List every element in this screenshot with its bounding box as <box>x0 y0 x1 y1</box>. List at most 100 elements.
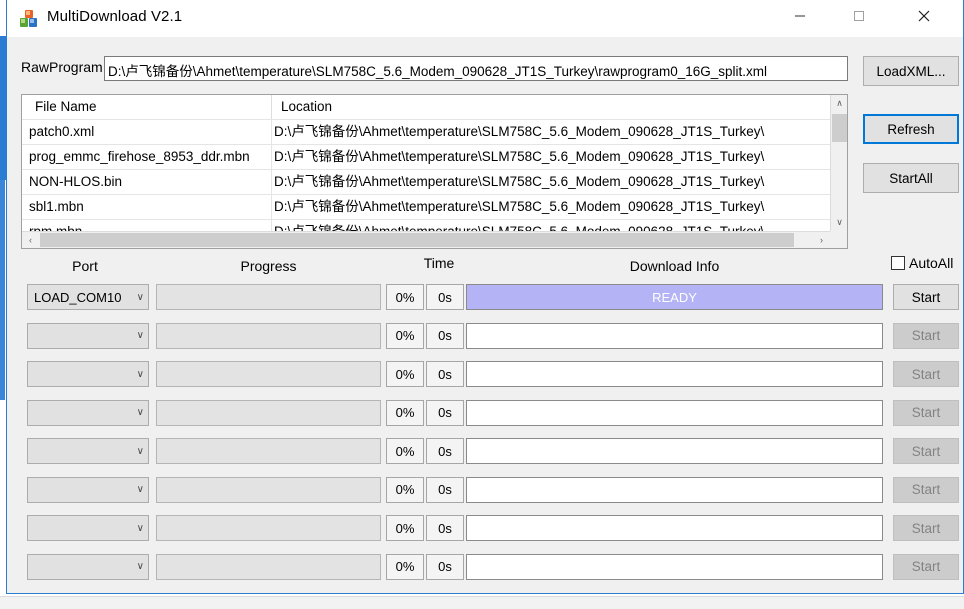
start-all-button[interactable]: StartAll <box>863 163 959 193</box>
file-list-body: patch0.xml D:\卢飞锦备份\Ahmet\temperature\SLM… <box>22 120 830 231</box>
progress-bar <box>156 322 381 349</box>
percent-value: 0% <box>386 515 424 541</box>
progress-bar <box>156 399 381 426</box>
file-name-cell: patch0.xml <box>29 124 95 139</box>
file-location-cell: D:\卢飞锦备份\Ahmet\temperature\SLM758C_5.6_M… <box>274 124 765 139</box>
chevron-down-icon: ∨ <box>136 407 144 418</box>
download-row: ∨ 0% 0s Start <box>7 515 964 545</box>
percent-value: 0% <box>386 438 424 464</box>
header-download-info: Download Info <box>629 258 720 274</box>
scroll-right-icon[interactable]: › <box>813 232 830 248</box>
download-info-field <box>466 553 883 580</box>
file-list-horizontal-scrollbar[interactable]: ‹ › <box>22 231 830 248</box>
start-button: Start <box>893 438 959 464</box>
scroll-up-icon[interactable]: ∧ <box>831 95 847 112</box>
start-button: Start <box>893 515 959 541</box>
start-button: Start <box>893 553 959 580</box>
port-select[interactable]: ∨ <box>27 476 149 503</box>
header-progress: Progress <box>240 258 297 274</box>
refresh-button[interactable]: Refresh <box>863 114 959 144</box>
chevron-down-icon: ∨ <box>136 368 144 380</box>
progress-bar <box>156 553 381 580</box>
chevron-down-icon: ∨ <box>136 291 144 303</box>
port-select[interactable]: ∨ <box>27 553 149 580</box>
port-select[interactable]: ∨ <box>27 399 149 426</box>
percent-value: 0% <box>386 399 424 426</box>
port-select[interactable]: ∨ <box>27 361 149 387</box>
scrollbar-corner <box>830 231 847 248</box>
chevron-down-icon: ∨ <box>136 522 144 534</box>
header-port: Port <box>72 258 98 274</box>
file-list-header: File Name Location <box>22 95 830 120</box>
file-list-row[interactable]: prog_emmc_firehose_8953_ddr.mbn D:\卢飞锦备份\… <box>22 145 830 170</box>
scroll-down-icon[interactable]: ∨ <box>831 214 847 231</box>
header-time: Time <box>423 255 455 271</box>
column-header-location[interactable]: Location <box>272 95 830 119</box>
rawprogram-path-input[interactable]: D:\卢飞锦备份\Ahmet\temperature\SLM758C_5.6_M… <box>104 56 848 81</box>
vertical-scroll-thumb[interactable] <box>832 114 847 142</box>
port-select[interactable]: LOAD_COM10 ∨ <box>27 284 149 310</box>
download-info-field: READY <box>466 284 883 310</box>
port-select[interactable]: ∨ <box>27 438 149 464</box>
load-xml-button[interactable]: LoadXML... <box>863 56 959 86</box>
elapsed-time-value: 0s <box>426 399 464 426</box>
rawprogram-label: RawProgram <box>21 59 103 75</box>
port-select[interactable]: ∨ <box>27 515 149 541</box>
auto-all-checkbox[interactable]: AutoAll <box>891 255 953 271</box>
progress-bar <box>156 515 381 541</box>
file-name-cell: rpm.mbn <box>22 220 272 231</box>
download-info-field <box>466 399 883 426</box>
title-bar: MultiDownload V2.1 <box>7 0 963 37</box>
progress-bar <box>156 284 381 310</box>
window-title: MultiDownload V2.1 <box>47 8 183 25</box>
horizontal-scroll-thumb[interactable] <box>40 233 794 247</box>
close-icon <box>918 10 930 22</box>
file-location-cell: D:\卢飞锦备份\Ahmet\temperature\SLM758C_5.6_M… <box>274 174 765 189</box>
start-button: Start <box>893 322 959 349</box>
file-list-row[interactable]: patch0.xml D:\卢飞锦备份\Ahmet\temperature\SLM… <box>22 120 830 145</box>
scroll-left-icon[interactable]: ‹ <box>22 232 39 248</box>
download-row: ∨ 0% 0s Start <box>7 553 964 584</box>
multidownload-window: MultiDownload V2.1 RawProgram D:\卢飞锦备份\A… <box>6 0 964 594</box>
elapsed-time-value: 0s <box>426 322 464 349</box>
file-location-cell: D:\卢飞锦备份\Ahmet\temperature\SLM758C_5.6_M… <box>272 220 830 231</box>
file-list-row[interactable]: rpm.mbnD:\卢飞锦备份\Ahmet\temperature\SLM758… <box>22 220 830 231</box>
file-list-row[interactable]: NON-HLOS.bin D:\卢飞锦备份\Ahmet\temperature\S… <box>22 170 830 195</box>
progress-bar <box>156 438 381 464</box>
percent-value: 0% <box>386 284 424 310</box>
download-row: ∨ 0% 0s Start <box>7 476 964 507</box>
download-row: ∨ 0% 0s Start <box>7 399 964 430</box>
elapsed-time-value: 0s <box>426 438 464 464</box>
download-row: ∨ 0% 0s Start <box>7 361 964 391</box>
file-name-cell: prog_emmc_firehose_8953_ddr.mbn <box>29 149 250 164</box>
file-name-cell: NON-HLOS.bin <box>29 174 123 189</box>
download-info-field <box>466 438 883 464</box>
progress-bar <box>156 476 381 503</box>
chevron-down-icon: ∨ <box>136 445 144 457</box>
file-name-cell: sbl1.mbn <box>29 199 84 214</box>
download-row: ∨ 0% 0s Start <box>7 322 964 353</box>
chevron-down-icon: ∨ <box>136 484 144 495</box>
download-row: LOAD_COM10 ∨ 0% 0s READY Start <box>7 284 964 314</box>
maximize-button[interactable] <box>836 0 882 32</box>
percent-value: 0% <box>386 322 424 349</box>
file-list-vertical-scrollbar[interactable]: ∧ ∨ <box>830 95 847 231</box>
port-select[interactable]: ∨ <box>27 322 149 349</box>
column-header-file-name[interactable]: File Name <box>22 95 272 119</box>
maximize-icon <box>854 11 864 21</box>
percent-value: 0% <box>386 476 424 503</box>
start-button[interactable]: Start <box>893 284 959 310</box>
start-button: Start <box>893 399 959 426</box>
file-list-row[interactable]: sbl1.mbn D:\卢飞锦备份\Ahmet\temperature\SLM75… <box>22 195 830 220</box>
auto-all-label: AutoAll <box>909 255 954 271</box>
elapsed-time-value: 0s <box>426 553 464 580</box>
file-list-viewport: File Name Location patch0.xml D:\卢飞锦备份\Ah… <box>22 95 830 231</box>
minimize-button[interactable] <box>777 0 823 32</box>
close-button[interactable] <box>901 0 947 32</box>
download-row: ∨ 0% 0s Start <box>7 438 964 468</box>
file-list[interactable]: File Name Location patch0.xml D:\卢飞锦备份\Ah… <box>21 94 848 249</box>
download-info-field <box>466 322 883 349</box>
checkbox-icon[interactable] <box>891 256 905 270</box>
start-button: Start <box>893 476 959 503</box>
file-location-cell: D:\卢飞锦备份\Ahmet\temperature\SLM758C_5.6_M… <box>274 199 765 214</box>
